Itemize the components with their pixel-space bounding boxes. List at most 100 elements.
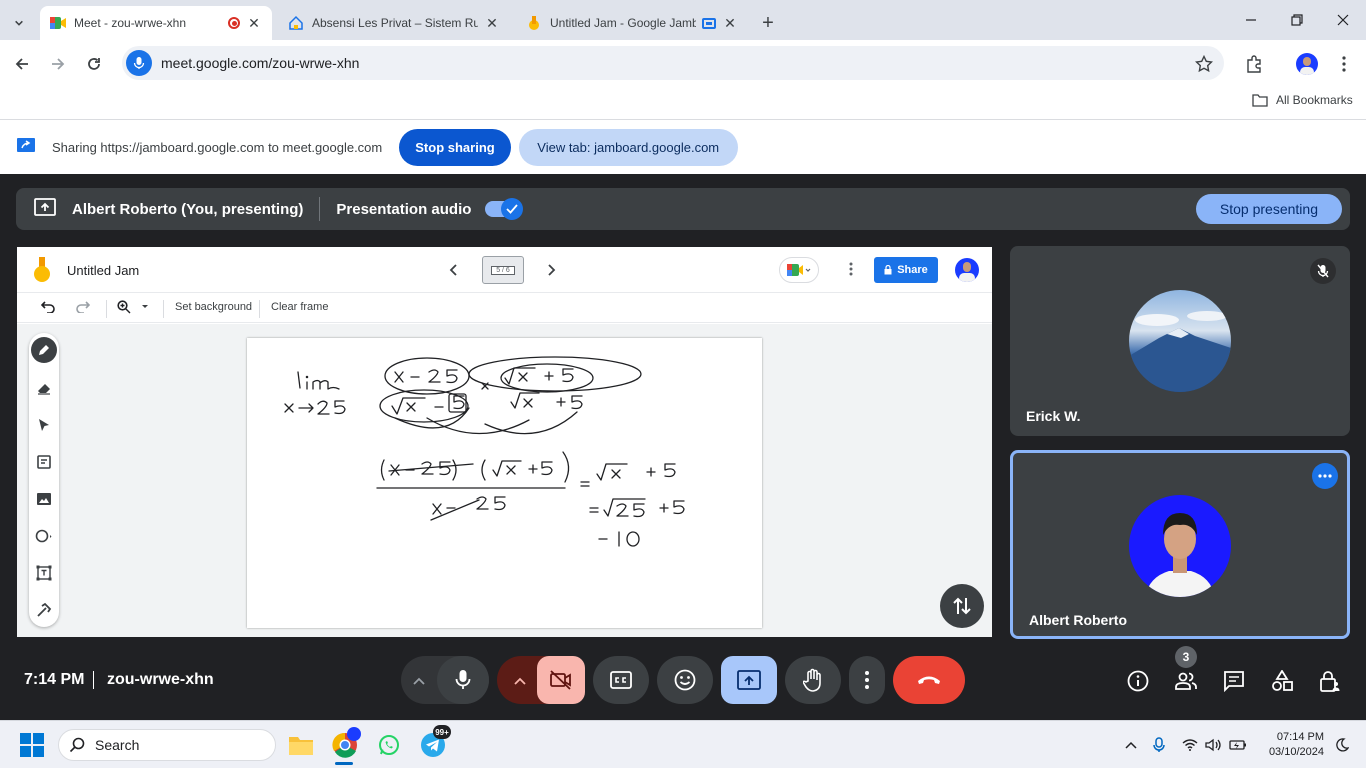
- jam-frame[interactable]: [247, 338, 762, 628]
- restore-button[interactable]: [1274, 0, 1320, 40]
- circle-icon: [35, 529, 52, 543]
- close-icon[interactable]: ✕: [246, 15, 262, 32]
- host-controls-button[interactable]: [1315, 666, 1345, 696]
- reload-button[interactable]: [80, 50, 108, 78]
- set-background-button[interactable]: Set background: [175, 301, 252, 313]
- more-options-button[interactable]: [849, 656, 885, 704]
- profile-avatar-button[interactable]: [1293, 50, 1321, 78]
- avatar[interactable]: [955, 258, 979, 282]
- reactions-button[interactable]: [657, 656, 713, 704]
- laser-tool-button[interactable]: [29, 595, 59, 625]
- chat-button[interactable]: [1219, 666, 1249, 696]
- windows-logo-icon: [20, 733, 44, 757]
- minimize-button[interactable]: [1228, 0, 1274, 40]
- undo-button[interactable]: [40, 301, 55, 316]
- minimize-icon: [1246, 19, 1256, 21]
- redo-icon: [76, 301, 91, 314]
- forward-button[interactable]: [44, 50, 72, 78]
- jam-more-button[interactable]: [849, 262, 853, 281]
- restore-icon: [1291, 14, 1303, 26]
- telegram-button[interactable]: 99+: [417, 725, 451, 761]
- cursor-icon: [39, 419, 49, 431]
- select-tool-button[interactable]: [29, 410, 59, 440]
- participant-tile[interactable]: Albert Roberto: [1010, 450, 1350, 639]
- file-explorer-button[interactable]: [285, 729, 317, 761]
- jamboard-canvas-area: [17, 324, 992, 637]
- back-button[interactable]: [8, 50, 36, 78]
- participant-tile[interactable]: Erick W.: [1010, 246, 1350, 436]
- windows-taskbar: Search 99+ 07:14 PM 03/10/2024: [0, 720, 1366, 768]
- video-off-icon: [550, 670, 571, 690]
- divider: [106, 300, 107, 318]
- tab-absensi[interactable]: Absensi Les Privat – Sistem Ruan ✕: [278, 6, 510, 40]
- close-window-button[interactable]: [1320, 0, 1366, 40]
- presentation-audio-toggle[interactable]: [485, 198, 524, 220]
- active-app-indicator: [335, 762, 353, 765]
- all-bookmarks-button[interactable]: All Bookmarks: [1252, 93, 1353, 107]
- view-tab-button[interactable]: View tab: jamboard.google.com: [518, 128, 738, 166]
- notifications-button[interactable]: [1326, 729, 1358, 761]
- video-options-button[interactable]: [514, 672, 526, 690]
- participant-name: Erick W.: [1026, 408, 1081, 424]
- battery-button[interactable]: [1222, 729, 1254, 761]
- leave-call-button[interactable]: [893, 656, 965, 704]
- address-bar[interactable]: meet.google.com/zou-wrwe-xhn: [122, 46, 1224, 80]
- audio-options-button[interactable]: [413, 672, 425, 690]
- clear-frame-button[interactable]: Clear frame: [271, 301, 328, 313]
- jamboard-side-toolbar: [29, 333, 59, 627]
- swap-layout-button[interactable]: [940, 584, 984, 628]
- tab-title: Absensi Les Privat – Sistem Ruan: [312, 16, 478, 30]
- next-frame-button[interactable]: [546, 263, 556, 281]
- stop-sharing-button[interactable]: Stop sharing: [399, 128, 511, 166]
- microphone-button[interactable]: [437, 656, 489, 704]
- captions-button[interactable]: [593, 656, 649, 704]
- clock[interactable]: 07:14 PM 03/10/2024: [1256, 730, 1324, 760]
- camera-button[interactable]: [537, 656, 585, 704]
- text-box-tool-button[interactable]: [29, 558, 59, 588]
- whatsapp-button[interactable]: [373, 729, 405, 761]
- present-button[interactable]: [721, 656, 777, 704]
- chrome-taskbar-button[interactable]: [329, 727, 361, 765]
- new-tab-button[interactable]: +: [754, 6, 782, 40]
- extensions-button[interactable]: [1240, 50, 1268, 78]
- wifi-icon: [1182, 739, 1198, 751]
- people-icon: [1175, 672, 1197, 690]
- raise-hand-button[interactable]: [785, 656, 841, 704]
- url-text: meet.google.com/zou-wrwe-xhn: [161, 55, 360, 71]
- previous-frame-button[interactable]: [449, 263, 459, 281]
- more-options-button[interactable]: [1312, 463, 1338, 489]
- search-icon: [69, 737, 85, 753]
- start-button[interactable]: [16, 729, 48, 761]
- jam-share-button[interactable]: Share: [874, 257, 938, 283]
- mic-in-use-indicator[interactable]: [1143, 729, 1175, 761]
- tab-search-button[interactable]: [4, 6, 34, 40]
- sticky-note-tool-button[interactable]: [29, 447, 59, 477]
- tab-title: Meet - zou-wrwe-xhn: [74, 16, 187, 30]
- info-icon: [1127, 670, 1149, 692]
- whatsapp-icon: [379, 735, 399, 755]
- tab-jamboard[interactable]: Untitled Jam - Google Jamb ✕: [516, 6, 748, 40]
- close-icon[interactable]: ✕: [484, 15, 500, 32]
- meet-button[interactable]: [779, 257, 819, 283]
- meeting-details-button[interactable]: [1123, 666, 1153, 696]
- activities-button[interactable]: [1267, 666, 1297, 696]
- tab-meet[interactable]: Meet - zou-wrwe-xhn ✕: [40, 6, 272, 40]
- frame-bar-button[interactable]: 5 / 6: [482, 256, 524, 284]
- people-button[interactable]: 3: [1171, 646, 1201, 696]
- image-icon: [37, 493, 51, 505]
- eraser-tool-button[interactable]: [29, 373, 59, 403]
- taskbar-search[interactable]: Search: [58, 729, 276, 761]
- pen-tool-button[interactable]: [29, 335, 59, 365]
- microphone-icon[interactable]: [126, 50, 152, 76]
- emoji-icon: [674, 669, 696, 691]
- shape-tool-button[interactable]: [29, 521, 59, 551]
- chevron-up-icon: [514, 677, 526, 685]
- close-icon[interactable]: ✕: [722, 15, 738, 32]
- bookmark-star-button[interactable]: [1190, 50, 1218, 78]
- zoom-button[interactable]: [117, 300, 149, 314]
- more-vert-icon: [1342, 56, 1346, 72]
- chrome-menu-button[interactable]: [1330, 50, 1358, 78]
- redo-button[interactable]: [76, 301, 91, 316]
- stop-presenting-button[interactable]: Stop presenting: [1195, 194, 1342, 224]
- image-tool-button[interactable]: [29, 484, 59, 514]
